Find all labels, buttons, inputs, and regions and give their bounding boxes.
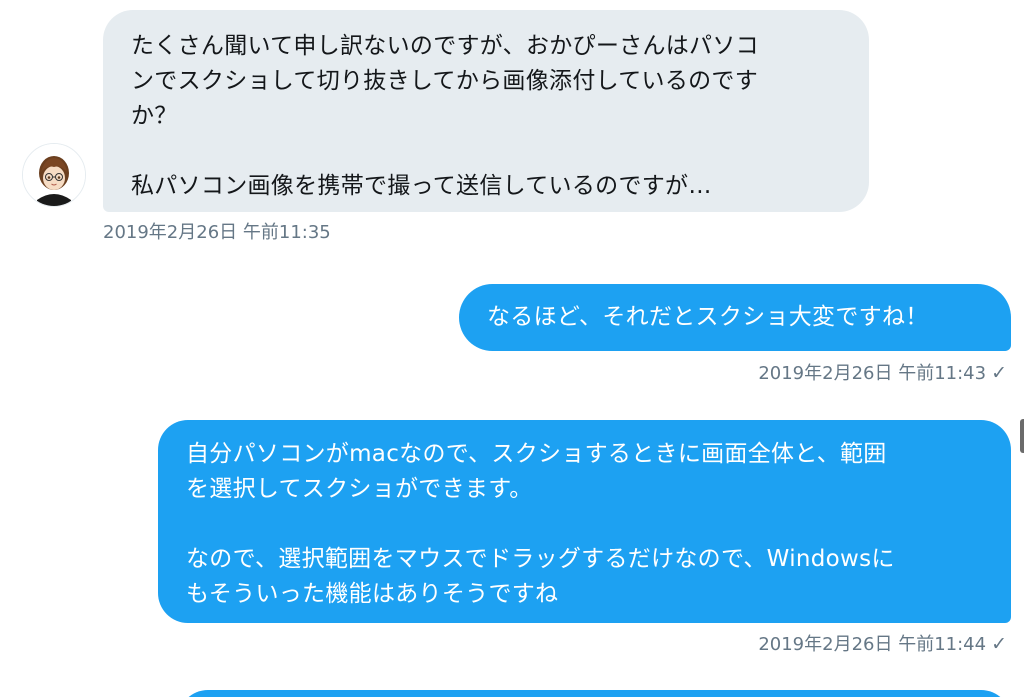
timestamp-text: 2019年2月26日 午前11:35: [103, 222, 331, 243]
message-text: 私パソコン画像を携帯で撮って送信しているのですが…: [131, 173, 712, 199]
message-timestamp: 2019年2月26日 午前11:35: [103, 222, 331, 244]
sent-check-icon: ✓: [991, 633, 1007, 655]
outgoing-message-bubble[interactable]: [178, 690, 1011, 697]
message-text: か？: [131, 103, 178, 129]
message-text: もそういった機能はありそうですね: [186, 581, 559, 607]
message-text: ンでスクショして切り抜きしてから画像添付しているのです: [131, 68, 759, 94]
sent-check-icon: ✓: [991, 362, 1007, 384]
user-avatar-icon[interactable]: [22, 143, 86, 207]
outgoing-message-bubble[interactable]: なるほど、それだとスクショ大変ですね！: [459, 284, 1011, 351]
avatar-illustration: [23, 144, 85, 206]
outgoing-message-bubble[interactable]: 自分パソコンがmacなので、スクショするときに画面全体と、範囲 を選択してスクシ…: [158, 420, 1011, 623]
conversation-thread: たくさん聞いて申し訳ないのですが、おかぴーさんはパソコ ンでスクショして切り抜き…: [0, 0, 1024, 697]
message-text: を選択してスクショができます。: [186, 476, 533, 502]
scrollbar-handle[interactable]: [1020, 419, 1024, 453]
message-timestamp: 2019年2月26日 午前11:43 ✓: [758, 362, 1007, 385]
message-text: 自分パソコンがmacなので、スクショするときに画面全体と、範囲: [186, 441, 887, 467]
timestamp-text: 2019年2月26日 午前11:44: [758, 634, 987, 655]
message-timestamp: 2019年2月26日 午前11:44 ✓: [758, 633, 1007, 656]
message-text: なるほど、それだとスクショ大変ですね！: [487, 304, 929, 330]
message-text: たくさん聞いて申し訳ないのですが、おかぴーさんはパソコ: [131, 33, 759, 59]
timestamp-text: 2019年2月26日 午前11:43: [758, 363, 987, 384]
message-text: なので、選択範囲をマウスでドラッグするだけなので、Windowsに: [186, 546, 895, 572]
incoming-message-bubble[interactable]: たくさん聞いて申し訳ないのですが、おかぴーさんはパソコ ンでスクショして切り抜き…: [103, 10, 869, 212]
